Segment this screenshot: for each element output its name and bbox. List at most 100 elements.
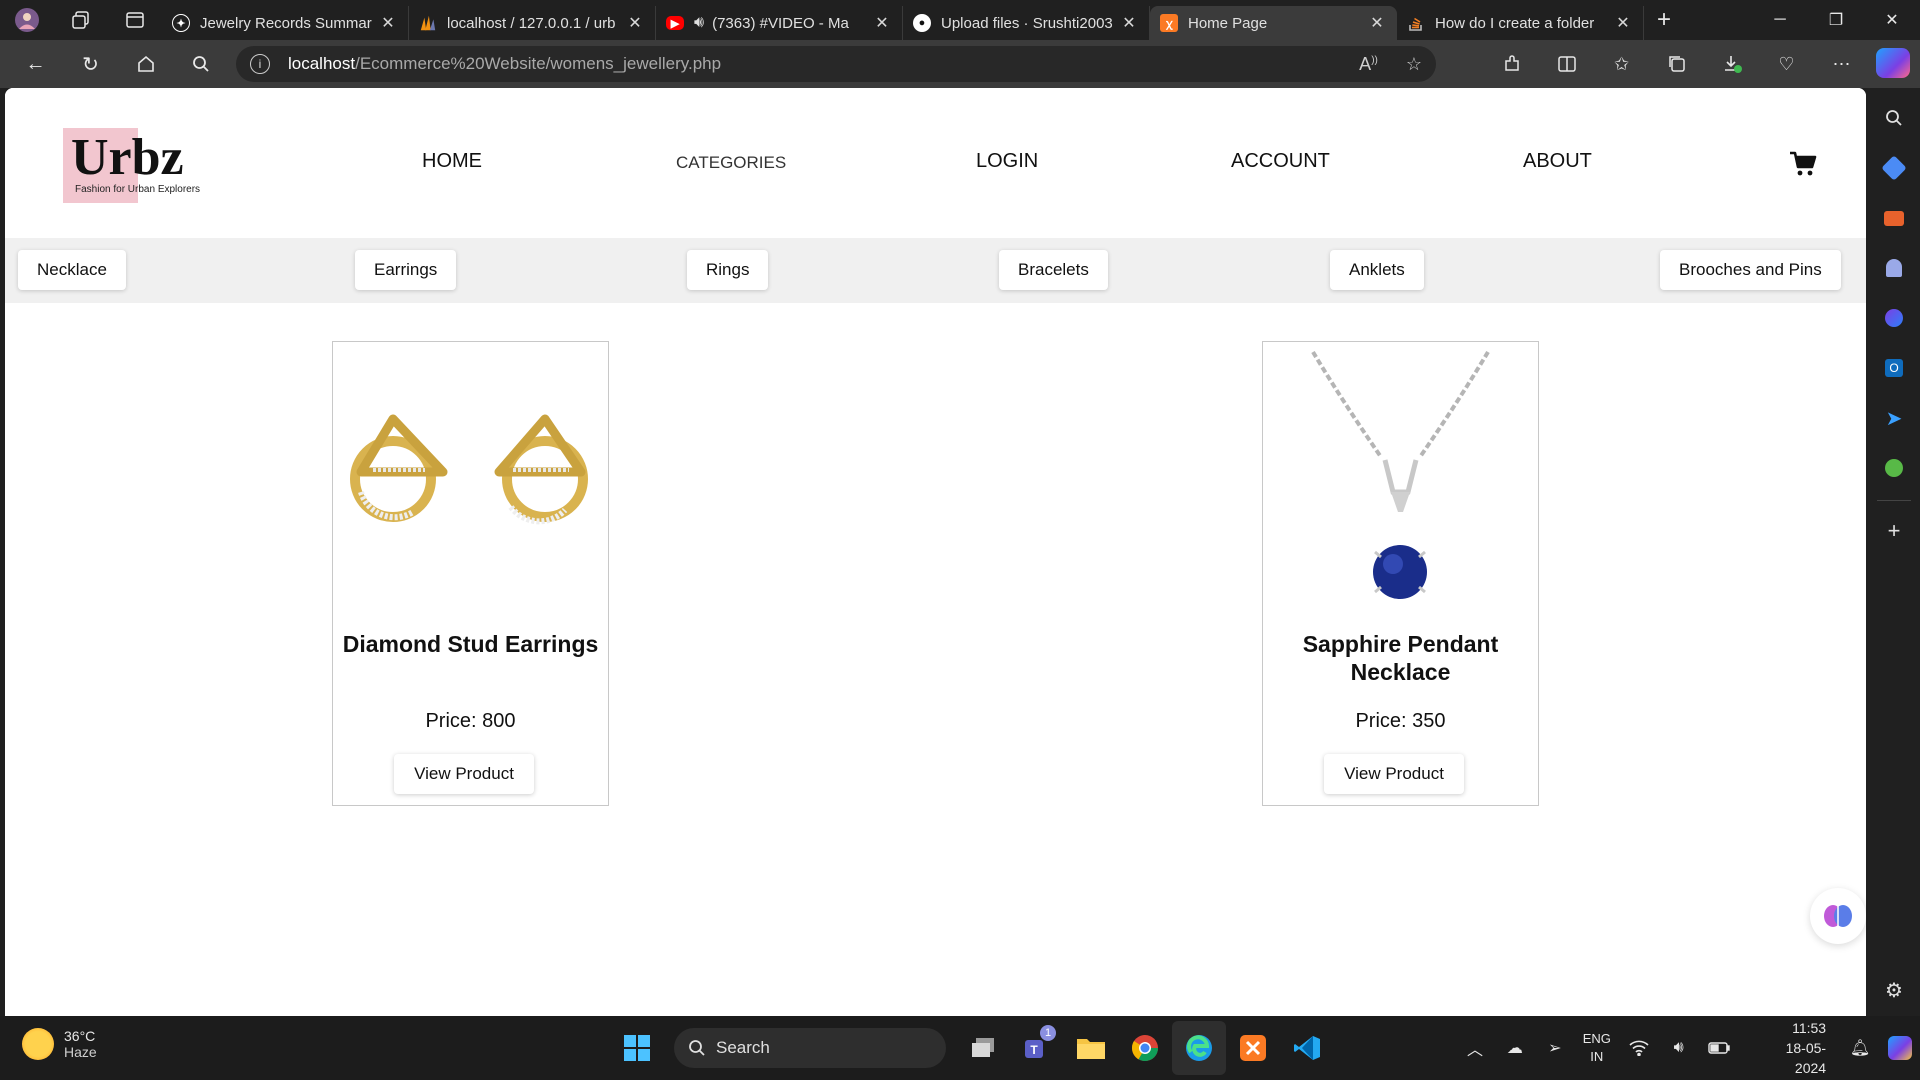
close-window-icon[interactable]: ✕: [1864, 0, 1920, 40]
outlook-icon[interactable]: O: [1874, 348, 1914, 388]
tab-title: Jewelry Records Summar: [200, 14, 372, 32]
tab-title: localhost / 127.0.0.1 / urb: [447, 14, 616, 32]
site-logo[interactable]: Urbz Fashion for Urban Explorers: [63, 128, 223, 204]
category-bar: Necklace Earrings Rings Bracelets Anklet…: [5, 238, 1866, 303]
more-options-icon[interactable]: ⋯: [1814, 54, 1869, 75]
input-language[interactable]: ENG IN: [1575, 1030, 1619, 1066]
sidebar-search-icon[interactable]: [1874, 98, 1914, 138]
battery-icon[interactable]: [1699, 1042, 1739, 1054]
close-icon[interactable]: ✕: [378, 13, 398, 33]
xampp-taskbar-icon[interactable]: [1226, 1021, 1280, 1075]
close-icon[interactable]: ✕: [625, 13, 645, 33]
taskbar-search[interactable]: Search: [674, 1028, 946, 1068]
refresh-icon[interactable]: ↻: [63, 40, 118, 88]
weather-widget[interactable]: 36°C Haze: [22, 1028, 97, 1060]
windows-start-icon[interactable]: [610, 1021, 664, 1075]
tab-github[interactable]: ● Upload files · Srushti2003 ✕: [903, 6, 1150, 40]
search-icon: [689, 1040, 705, 1056]
add-icon[interactable]: +: [1874, 511, 1914, 551]
nav-account[interactable]: ACCOUNT: [1231, 150, 1330, 173]
workspaces-icon[interactable]: [54, 0, 108, 40]
minimize-icon[interactable]: ─: [1752, 0, 1808, 40]
region-code: IN: [1590, 1049, 1604, 1064]
site-info-icon[interactable]: i: [250, 54, 270, 74]
tab-title: How do I create a folder: [1435, 14, 1595, 32]
search-icon[interactable]: [173, 40, 228, 88]
close-icon[interactable]: ✕: [872, 13, 892, 33]
tab-youtube[interactable]: ▶ 🔊︎ (7363) #VIDEO - Ma ✕: [656, 6, 903, 40]
collections-icon[interactable]: [1649, 54, 1704, 74]
teams-icon[interactable]: T 1: [1010, 1021, 1064, 1075]
back-icon[interactable]: ←: [8, 40, 63, 88]
phpmyadmin-icon: [419, 14, 437, 32]
product-image-sapphire-pendant[interactable]: [1263, 342, 1538, 612]
category-anklets[interactable]: Anklets: [1330, 250, 1424, 290]
weather-sun-icon: [22, 1028, 54, 1060]
onedrive-icon[interactable]: ☁: [1495, 1038, 1535, 1058]
split-screen-icon[interactable]: [1539, 54, 1594, 74]
downloads-icon[interactable]: [1704, 54, 1759, 74]
tab-stackoverflow[interactable]: How do I create a folder ✕: [1397, 6, 1644, 40]
location-arrow-icon[interactable]: ➢: [1535, 1038, 1575, 1058]
nav-categories[interactable]: CATEGORIES: [676, 153, 786, 173]
address-bar[interactable]: i localhost/Ecommerce%20Website/womens_j…: [236, 46, 1436, 82]
task-view-icon[interactable]: [956, 1021, 1010, 1075]
category-necklace[interactable]: Necklace: [18, 250, 126, 290]
vscode-icon[interactable]: [1280, 1021, 1334, 1075]
favorite-star-icon[interactable]: ☆: [1406, 54, 1422, 75]
home-icon[interactable]: [118, 40, 173, 88]
chrome-icon[interactable]: [1118, 1021, 1172, 1075]
profile-avatar-icon[interactable]: [0, 0, 54, 40]
close-icon[interactable]: ✕: [1613, 13, 1633, 33]
tools-briefcase-icon[interactable]: [1874, 198, 1914, 238]
product-image-earrings[interactable]: [333, 342, 608, 612]
performance-icon[interactable]: ♡: [1759, 54, 1814, 75]
close-icon[interactable]: ✕: [1367, 13, 1387, 33]
logo-tagline: Fashion for Urban Explorers: [75, 184, 201, 195]
tab-actions-icon[interactable]: [108, 0, 162, 40]
clock-time: 11:53: [1792, 1020, 1827, 1036]
games-icon[interactable]: [1874, 248, 1914, 288]
view-product-button[interactable]: View Product: [1324, 754, 1464, 794]
category-rings[interactable]: Rings: [687, 250, 769, 290]
copilot-taskbar-icon[interactable]: [1880, 1036, 1920, 1060]
copilot-sidebar-icon[interactable]: [1874, 298, 1914, 338]
svg-text:T: T: [1030, 1043, 1038, 1057]
nav-home[interactable]: HOME: [422, 150, 482, 173]
shopping-tag-icon[interactable]: [1874, 148, 1914, 188]
taskbar-pinned-apps: Search T 1: [610, 1016, 1334, 1080]
settings-gear-icon[interactable]: ⚙: [1874, 970, 1914, 1010]
file-explorer-icon[interactable]: [1064, 1021, 1118, 1075]
close-icon[interactable]: ✕: [1119, 13, 1139, 33]
favorites-icon[interactable]: ✩: [1594, 54, 1649, 75]
clock[interactable]: 11:53 18-05-2024: [1755, 1018, 1827, 1078]
category-earrings[interactable]: Earrings: [355, 250, 457, 290]
extensions-icon[interactable]: [1484, 54, 1539, 74]
cart-icon[interactable]: [1788, 148, 1818, 178]
read-aloud-icon[interactable]: A)): [1359, 54, 1378, 75]
tree-icon[interactable]: [1874, 448, 1914, 488]
category-bracelets[interactable]: Bracelets: [999, 250, 1108, 290]
chevron-up-icon[interactable]: ︿: [1455, 1036, 1495, 1060]
category-brooches-and-pins[interactable]: Brooches and Pins: [1660, 250, 1841, 290]
sidebar-divider: [1877, 500, 1911, 501]
product-name: Diamond Stud Earrings: [342, 631, 599, 657]
tab-phpmyadmin[interactable]: localhost / 127.0.0.1 / urb ✕: [409, 6, 656, 40]
ai-brain-icon[interactable]: [1810, 888, 1866, 944]
view-product-button[interactable]: View Product: [394, 754, 534, 794]
copilot-icon[interactable]: [1876, 48, 1910, 78]
youtube-icon: ▶: [666, 16, 684, 30]
tab-home-page[interactable]: ꭓ Home Page ✕: [1150, 6, 1397, 40]
nav-about[interactable]: ABOUT: [1523, 150, 1592, 173]
nav-login[interactable]: LOGIN: [976, 150, 1038, 173]
volume-icon[interactable]: 🔊︎: [1659, 1039, 1699, 1057]
wifi-icon[interactable]: [1619, 1040, 1659, 1056]
clock-date: 18-05-2024: [1785, 1040, 1827, 1076]
new-tab-button[interactable]: +: [1644, 0, 1684, 40]
send-icon[interactable]: ➤: [1874, 398, 1914, 438]
tab-jewelry-records[interactable]: ✦ Jewelry Records Summar ✕: [162, 6, 409, 40]
notification-bell-icon[interactable]: 🔔︎: [1840, 1038, 1880, 1058]
edge-icon[interactable]: [1172, 1021, 1226, 1075]
speaker-icon[interactable]: 🔊︎: [694, 14, 704, 32]
restore-icon[interactable]: ❐: [1808, 0, 1864, 40]
